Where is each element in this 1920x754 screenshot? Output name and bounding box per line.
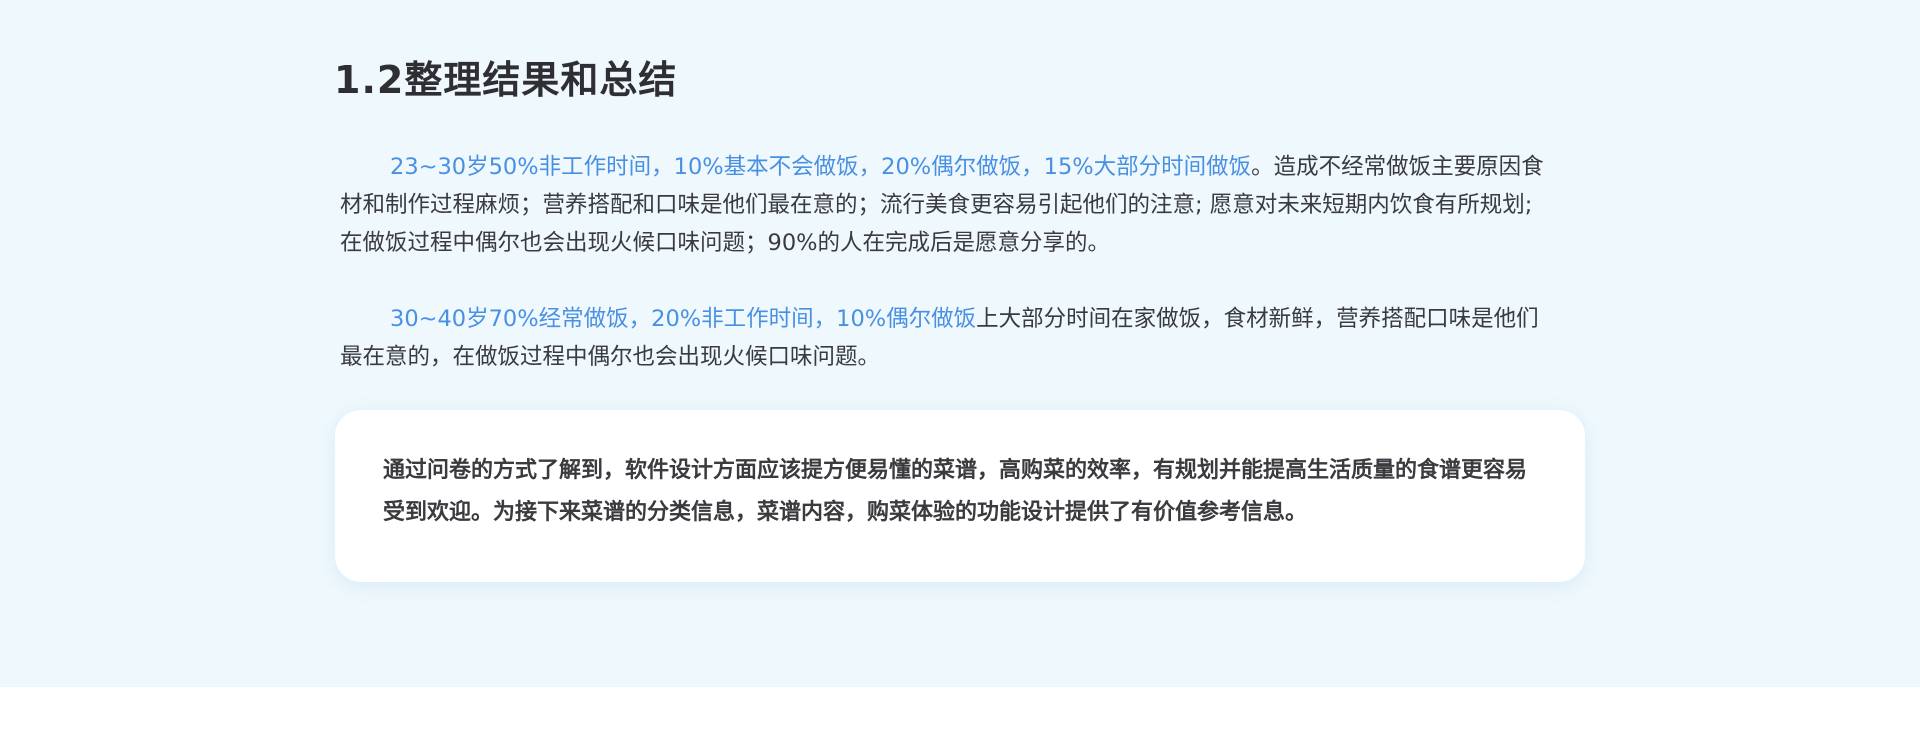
- paragraph-highlight: 23~30岁50%非工作时间，10%基本不会做饭，20%偶尔做饭，15%大部分时…: [390, 154, 1252, 180]
- paragraph-age-30-40: 30~40岁70%经常做饭，20%非工作时间，10%偶尔做饭上大部分时间在家做饭…: [340, 300, 1558, 376]
- summary-card: 通过问卷的方式了解到，软件设计方面应该提方便易懂的菜谱，高购菜的效率，有规划并能…: [335, 410, 1585, 582]
- section-title: 1.2整理结果和总结: [334, 58, 678, 102]
- paragraph-age-23-30: 23~30岁50%非工作时间，10%基本不会做饭，20%偶尔做饭，15%大部分时…: [340, 148, 1558, 262]
- paragraph-highlight: 30~40岁70%经常做饭，20%非工作时间，10%偶尔做饭: [390, 306, 977, 332]
- summary-text: 通过问卷的方式了解到，软件设计方面应该提方便易懂的菜谱，高购菜的效率，有规划并能…: [383, 458, 1528, 525]
- page-canvas: 1.2整理结果和总结 23~30岁50%非工作时间，10%基本不会做饭，20%偶…: [0, 0, 1920, 687]
